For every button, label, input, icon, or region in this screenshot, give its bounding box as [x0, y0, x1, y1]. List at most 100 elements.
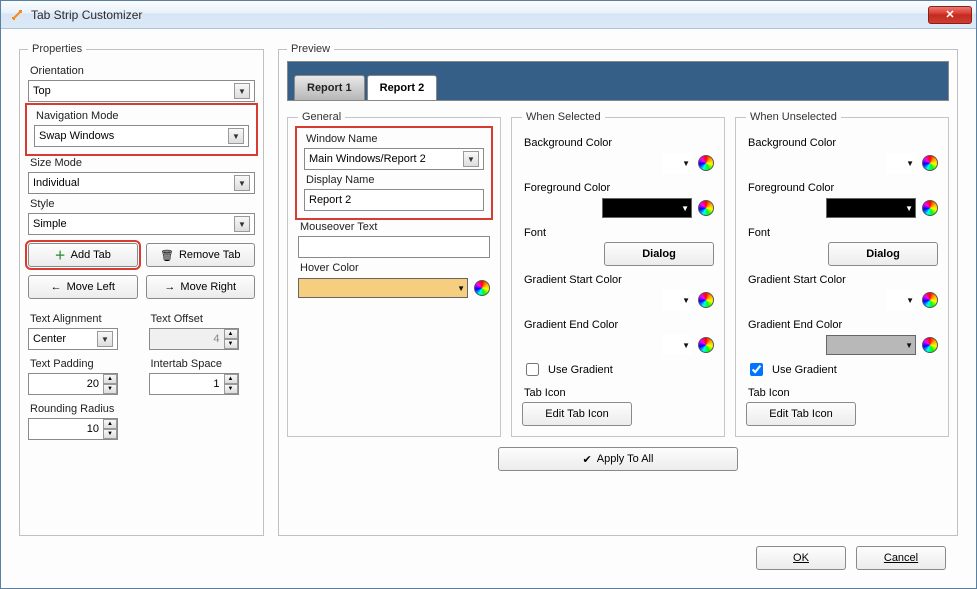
hover-color-swatch[interactable]: ▼	[298, 278, 468, 298]
unsel-gend-swatch[interactable]: ▼	[826, 335, 916, 355]
window-name-select[interactable]: Main Windows/Report 2 ▼	[304, 148, 484, 170]
color-picker-icon[interactable]	[698, 292, 714, 308]
selected-legend: When Selected	[522, 111, 605, 123]
check-icon: ✔	[583, 453, 592, 466]
text-offset-value: 4	[150, 333, 224, 345]
rounding-spinner[interactable]: 10 ▲▼	[28, 418, 118, 440]
unsel-bg-label: Background Color	[748, 137, 938, 149]
ok-button[interactable]: OK	[756, 546, 846, 570]
unsel-gstart-swatch[interactable]: ▼	[886, 290, 916, 310]
sel-font-button[interactable]: Dialog	[604, 242, 714, 266]
unsel-bg-swatch[interactable]: ▼	[886, 153, 916, 173]
chevron-down-icon: ▼	[463, 151, 479, 167]
unsel-gstart-label: Gradient Start Color	[748, 274, 938, 286]
dialog-footer: OK Cancel	[19, 536, 958, 580]
text-offset-spinner[interactable]: 4 ▲▼	[149, 328, 239, 350]
sel-use-gradient-checkbox[interactable]	[526, 363, 539, 376]
color-picker-icon[interactable]	[698, 337, 714, 353]
apply-to-all-button[interactable]: ✔ Apply To All	[498, 447, 738, 471]
navmode-value: Swap Windows	[39, 130, 114, 142]
unsel-fg-swatch[interactable]: ▼	[826, 198, 916, 218]
style-value: Simple	[33, 218, 67, 230]
spin-up-icon[interactable]: ▲	[103, 419, 117, 429]
sel-fg-label: Foreground Color	[524, 182, 714, 194]
preview-tab-report2[interactable]: Report 2	[367, 75, 438, 100]
spin-down-icon[interactable]: ▼	[103, 384, 117, 394]
plus-icon: ＋	[55, 247, 66, 263]
sel-gend-swatch[interactable]: ▼	[662, 335, 692, 355]
text-padding-value: 20	[29, 378, 103, 390]
sel-bg-swatch[interactable]: ▼	[662, 153, 692, 173]
text-padding-spinner[interactable]: 20 ▲▼	[28, 373, 118, 395]
sel-fg-swatch[interactable]: ▼	[602, 198, 692, 218]
sel-font-label: Font	[524, 227, 714, 239]
preview-tab-report1[interactable]: Report 1	[294, 75, 365, 100]
app-icon	[9, 7, 25, 23]
sel-tabicon-label: Tab Icon	[524, 387, 714, 399]
properties-legend: Properties	[28, 43, 86, 55]
move-right-button[interactable]: → Move Right	[146, 275, 256, 299]
sel-use-gradient-label: Use Gradient	[548, 364, 613, 376]
unsel-use-gradient-label: Use Gradient	[772, 364, 837, 376]
color-picker-icon[interactable]	[922, 200, 938, 216]
style-select[interactable]: Simple ▼	[28, 213, 255, 235]
unsel-font-button[interactable]: Dialog	[828, 242, 938, 266]
move-left-button[interactable]: ← Move Left	[28, 275, 138, 299]
sel-tabicon-button[interactable]: Edit Tab Icon	[522, 402, 632, 426]
color-picker-icon[interactable]	[922, 337, 938, 353]
remove-tab-label: Remove Tab	[179, 249, 241, 261]
orientation-select[interactable]: Top ▼	[28, 80, 255, 102]
unsel-font-label: Font	[748, 227, 938, 239]
display-name-input[interactable]	[304, 189, 484, 211]
chevron-down-icon: ▼	[234, 175, 250, 191]
sizemode-value: Individual	[33, 177, 79, 189]
content-area: Properties Orientation Top ▼ Navigation …	[1, 29, 976, 588]
style-label: Style	[30, 198, 255, 210]
unselected-legend: When Unselected	[746, 111, 841, 123]
remove-tab-button[interactable]: 🗑 Remove Tab	[146, 243, 256, 267]
navmode-select[interactable]: Swap Windows ▼	[34, 125, 249, 147]
unsel-use-gradient-checkbox[interactable]	[750, 363, 763, 376]
intertab-spinner[interactable]: 1 ▲▼	[149, 373, 239, 395]
spin-down-icon[interactable]: ▼	[103, 429, 117, 439]
sizemode-select[interactable]: Individual ▼	[28, 172, 255, 194]
add-tab-label: Add Tab	[71, 249, 111, 261]
sel-bg-label: Background Color	[524, 137, 714, 149]
color-picker-icon[interactable]	[698, 155, 714, 171]
text-alignment-select[interactable]: Center ▼	[28, 328, 118, 350]
color-picker-icon[interactable]	[922, 292, 938, 308]
intertab-value: 1	[150, 378, 224, 390]
text-padding-label: Text Padding	[30, 358, 135, 370]
general-legend: General	[298, 111, 345, 123]
add-tab-button[interactable]: ＋ Add Tab	[28, 243, 138, 267]
close-icon: ✕	[945, 8, 954, 21]
text-alignment-value: Center	[33, 333, 66, 345]
spin-up-icon[interactable]: ▲	[103, 374, 117, 384]
mouseover-label: Mouseover Text	[300, 221, 490, 233]
text-alignment-label: Text Alignment	[30, 313, 135, 325]
move-right-label: Move Right	[180, 281, 236, 293]
close-button[interactable]: ✕	[928, 6, 972, 24]
arrow-right-icon: →	[164, 281, 175, 293]
dialog-window: Tab Strip Customizer ✕ Properties Orient…	[0, 0, 977, 589]
unsel-tabicon-button[interactable]: Edit Tab Icon	[746, 402, 856, 426]
unselected-group: When Unselected Background Color ▼ Foreg…	[735, 111, 949, 437]
orientation-label: Orientation	[30, 65, 255, 77]
spin-down-icon[interactable]: ▼	[224, 384, 238, 394]
spin-up-icon[interactable]: ▲	[224, 329, 238, 339]
color-picker-icon[interactable]	[922, 155, 938, 171]
sel-gstart-swatch[interactable]: ▼	[662, 290, 692, 310]
cancel-button[interactable]: Cancel	[856, 546, 946, 570]
sel-gstart-label: Gradient Start Color	[524, 274, 714, 286]
mouseover-input[interactable]	[298, 236, 490, 258]
spin-down-icon[interactable]: ▼	[224, 339, 238, 349]
move-left-label: Move Left	[67, 281, 115, 293]
color-picker-icon[interactable]	[698, 200, 714, 216]
unsel-tabicon-label: Tab Icon	[748, 387, 938, 399]
rounding-label: Rounding Radius	[30, 403, 135, 415]
color-picker-icon[interactable]	[474, 280, 490, 296]
unsel-fg-label: Foreground Color	[748, 182, 938, 194]
hover-color-label: Hover Color	[300, 262, 490, 274]
window-title: Tab Strip Customizer	[31, 8, 928, 22]
spin-up-icon[interactable]: ▲	[224, 374, 238, 384]
